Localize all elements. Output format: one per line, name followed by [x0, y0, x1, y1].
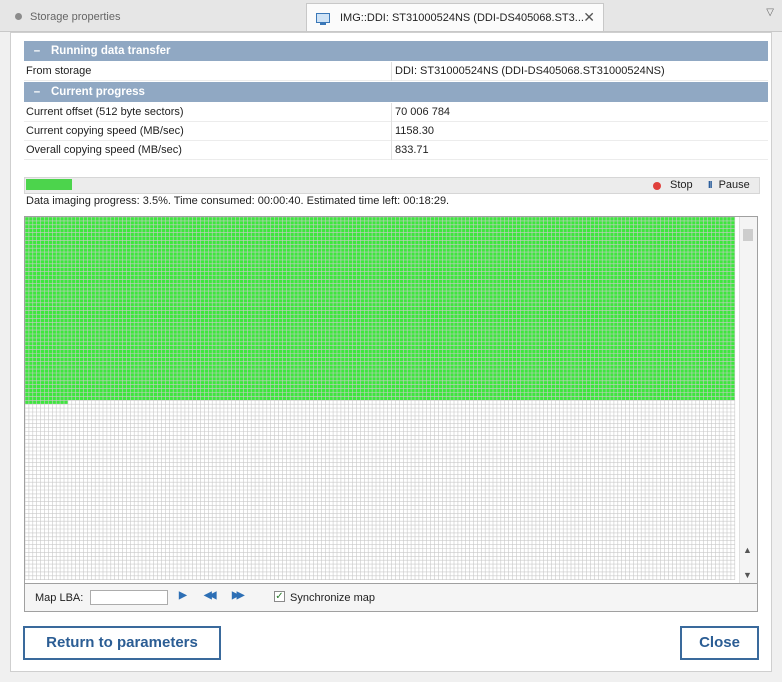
sector-map[interactable]: ▲ ▼	[24, 216, 758, 584]
imaging-status-text: Data imaging progress: 3.5%. Time consum…	[26, 195, 450, 207]
return-to-parameters-button[interactable]: Return to parameters	[23, 626, 221, 660]
map-toolbar: Map LBA: ▶ ◀◀ ▶▶ ✓ Synchronize map	[24, 584, 758, 612]
progress-fill	[26, 179, 72, 190]
property-key: Current offset (512 byte sectors)	[26, 106, 184, 118]
tab-status-dot-icon	[15, 13, 22, 20]
property-row-current-offset: Current offset (512 byte sectors) 70 006…	[24, 103, 768, 122]
property-row-from-storage: From storage DDI: ST31000524NS (DDI-DS40…	[24, 62, 768, 81]
property-key: Current copying speed (MB/sec)	[26, 125, 184, 137]
tab-label: Storage properties	[30, 10, 121, 23]
synchronize-map-label[interactable]: Synchronize map	[290, 592, 375, 604]
scroll-thumb[interactable]	[743, 229, 753, 241]
property-value: 1158.30	[395, 125, 434, 137]
rewind-icon[interactable]: ◀◀	[204, 590, 217, 601]
property-value: DDI: ST31000524NS (DDI-DS405068.ST310005…	[395, 65, 665, 77]
map-scrollbar[interactable]: ▲ ▼	[739, 217, 757, 583]
property-value: 833.71	[395, 144, 429, 156]
section-title: Current progress	[51, 86, 145, 98]
pause-label: Pause	[718, 179, 750, 191]
scroll-up-icon[interactable]: ▲	[743, 545, 752, 555]
section-current-progress[interactable]: – Current progress	[24, 82, 768, 102]
tab-label: IMG::DDI: ST31000524NS (DDI-DS405068.ST3…	[340, 11, 584, 24]
tab-strip: Storage properties IMG::DDI: ST31000524N…	[0, 0, 782, 32]
property-row-current-speed: Current copying speed (MB/sec) 1158.30	[24, 122, 768, 141]
stop-button[interactable]: Stop	[653, 178, 693, 193]
close-button[interactable]: Close	[680, 626, 759, 660]
section-running-data-transfer[interactable]: – Running data transfer	[24, 41, 768, 61]
property-row-overall-speed: Overall copying speed (MB/sec) 833.71	[24, 141, 768, 160]
monitor-icon	[316, 12, 330, 25]
property-key: Overall copying speed (MB/sec)	[26, 144, 182, 156]
column-divider	[391, 122, 392, 141]
scroll-down-icon[interactable]: ▼	[743, 570, 752, 580]
tab-image-ddi[interactable]: IMG::DDI: ST31000524NS (DDI-DS405068.ST3…	[306, 3, 604, 31]
imaging-progress-bar: Stop II Pause	[24, 177, 760, 194]
transfer-panel: – Running data transfer From storage DDI:…	[10, 32, 772, 672]
stop-label: Stop	[670, 179, 693, 191]
close-tab-icon[interactable]: ✕	[583, 9, 595, 26]
map-lba-label: Map LBA:	[35, 592, 84, 604]
column-divider	[391, 62, 392, 81]
sector-map-grid	[25, 217, 736, 580]
stop-icon	[653, 181, 661, 190]
section-title: Running data transfer	[51, 45, 171, 57]
property-value: 70 006 784	[395, 106, 451, 118]
filled-sectors-partial	[25, 400, 68, 405]
column-divider	[391, 141, 392, 160]
collapse-icon[interactable]: –	[28, 82, 46, 102]
fast-forward-icon[interactable]: ▶▶	[232, 590, 245, 601]
column-divider	[391, 103, 392, 122]
play-icon[interactable]: ▶	[179, 590, 187, 601]
pause-button[interactable]: II Pause	[708, 178, 750, 193]
property-key: From storage	[26, 65, 92, 77]
tab-menu-icon[interactable]: ▽	[766, 7, 774, 18]
tab-storage-properties[interactable]: Storage properties	[2, 3, 302, 30]
collapse-icon[interactable]: –	[28, 41, 46, 61]
synchronize-map-checkbox[interactable]: ✓	[274, 591, 285, 602]
pause-icon: II	[708, 180, 712, 191]
map-lba-input[interactable]	[90, 590, 168, 605]
